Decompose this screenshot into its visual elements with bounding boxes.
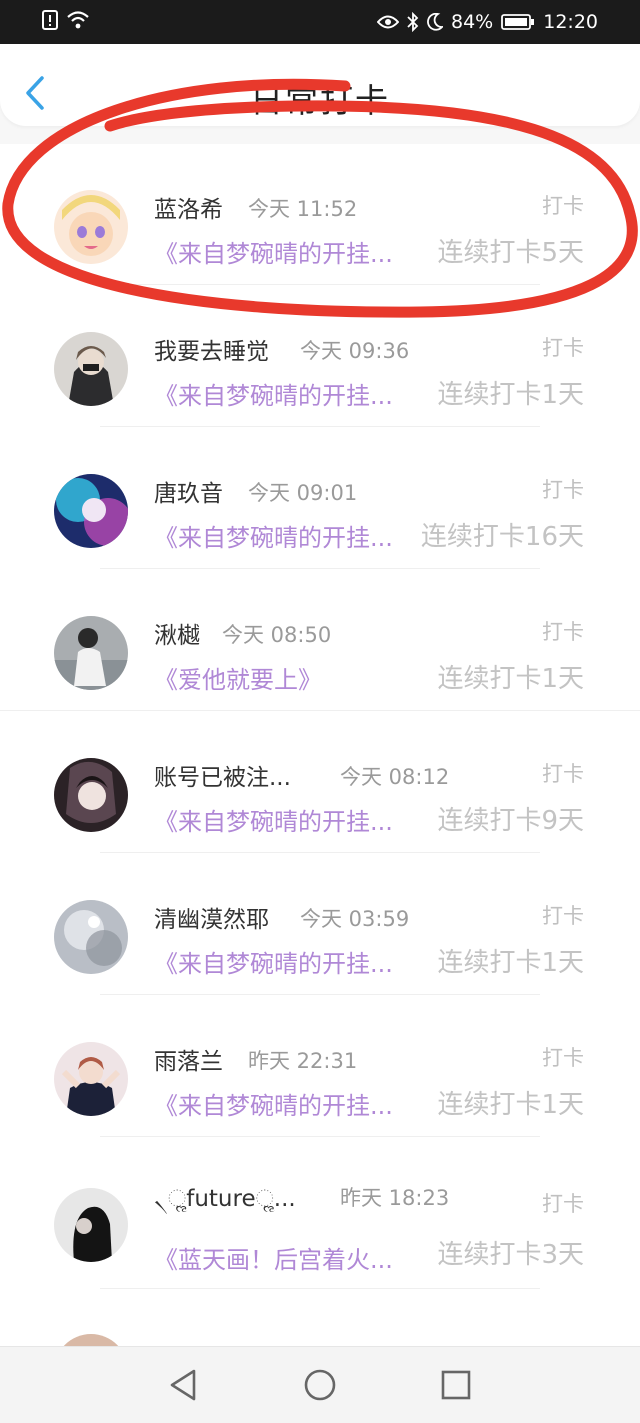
checkin-label: 打卡 xyxy=(542,336,584,360)
streak-count: 连续打卡9天 xyxy=(437,806,584,836)
page-title: 日常打卡 xyxy=(250,81,390,120)
list-item[interactable] xyxy=(0,1294,640,1408)
avatar xyxy=(54,190,128,264)
divider xyxy=(100,852,540,853)
nav-home-button[interactable] xyxy=(300,1365,340,1405)
checkin-label: 打卡 xyxy=(542,1046,584,1070)
wifi-icon xyxy=(67,11,89,29)
checkin-label: 打卡 xyxy=(542,478,584,502)
streak-count: 连续打卡5天 xyxy=(437,238,584,268)
checkin-label: 打卡 xyxy=(542,194,584,218)
avatar xyxy=(54,758,128,832)
checkin-time: 昨天 22:31 xyxy=(248,1049,358,1073)
streak-count: 连续打卡1天 xyxy=(437,380,584,410)
system-nav-bar xyxy=(0,1346,640,1423)
divider xyxy=(0,710,640,711)
user-name: 雨落兰 xyxy=(154,1049,223,1075)
streak-count: 连续打卡1天 xyxy=(437,948,584,978)
divider xyxy=(100,284,540,285)
user-name: 湫樾 xyxy=(154,623,200,649)
nav-back-button[interactable] xyxy=(164,1365,204,1405)
checkin-time: 今天 03:59 xyxy=(300,907,410,931)
eye-icon xyxy=(377,15,399,29)
alert-icon xyxy=(42,10,58,30)
book-title[interactable]: 《蓝天画！后宫着火... xyxy=(154,1240,393,1275)
checkin-time: 今天 08:50 xyxy=(222,623,332,647)
user-name: 清幽漠然耶 xyxy=(154,907,269,933)
recents-square-icon xyxy=(441,1370,471,1400)
divider xyxy=(100,426,540,427)
list-item[interactable]: 唐玖音 今天 09:01 打卡 《来自梦碗晴的开挂... 连续打卡16天 xyxy=(0,428,640,570)
avatar xyxy=(54,1188,128,1262)
avatar xyxy=(54,616,128,690)
avatar xyxy=(54,474,128,548)
checkin-time: 今天 08:12 xyxy=(340,765,450,789)
divider xyxy=(100,568,540,569)
streak-count: 连续打卡1天 xyxy=(437,664,584,694)
checkin-label: 打卡 xyxy=(542,762,584,786)
list-item[interactable]: 雨落兰 昨天 22:31 打卡 《来自梦碗晴的开挂... 连续打卡1天 xyxy=(0,996,640,1138)
user-name: 唐玖音 xyxy=(154,481,223,507)
user-name: 账号已被注... xyxy=(154,765,291,791)
book-title[interactable]: 《来自梦碗晴的开挂... xyxy=(154,518,393,553)
checkin-label: 打卡 xyxy=(542,904,584,928)
book-title[interactable]: 《爱他就要上》 xyxy=(154,660,322,695)
battery-percent: 84% xyxy=(451,11,494,33)
book-title[interactable]: 《来自梦碗晴的开挂... xyxy=(154,802,393,837)
home-circle-icon xyxy=(304,1369,336,1401)
list-item[interactable]: 蓝洛希 今天 11:52 打卡 《来自梦碗晴的开挂... 连续打卡5天 xyxy=(0,144,640,286)
divider xyxy=(100,1136,540,1137)
bluetooth-icon xyxy=(407,12,419,32)
list-item[interactable]: 账号已被注... 今天 08:12 打卡 《来自梦碗晴的开挂... 连续打卡9天 xyxy=(0,712,640,854)
list-item[interactable]: 湫樾 今天 08:50 打卡 《爱他就要上》 连续打卡1天 xyxy=(0,570,640,712)
book-title[interactable]: 《来自梦碗晴的开挂... xyxy=(154,234,393,269)
list-item[interactable]: 清幽漠然耶 今天 03:59 打卡 《来自梦碗晴的开挂... 连续打卡1天 xyxy=(0,854,640,996)
header-card: 日常打卡 xyxy=(0,44,640,126)
checkin-label: 打卡 xyxy=(542,1192,584,1216)
book-title[interactable]: 《来自梦碗晴的开挂... xyxy=(154,944,393,979)
streak-count: 连续打卡3天 xyxy=(437,1240,584,1270)
nav-recents-button[interactable] xyxy=(436,1365,476,1405)
checkin-label: 打卡 xyxy=(542,620,584,644)
streak-count: 连续打卡1天 xyxy=(437,1090,584,1120)
avatar xyxy=(54,332,128,406)
checkin-time: 昨天 18:23 xyxy=(340,1186,450,1210)
list-item[interactable]: ৲ૢfutureૢ... 昨天 18:23 打卡 《蓝天画！后宫着火... 连续… xyxy=(0,1138,640,1294)
moon-icon xyxy=(427,13,443,31)
streak-count: 连续打卡16天 xyxy=(420,522,584,552)
user-name: 蓝洛希 xyxy=(154,197,223,223)
user-name: ৲ૢfutureૢ... xyxy=(154,1186,296,1212)
book-title[interactable]: 《来自梦碗晴的开挂... xyxy=(154,376,393,411)
list-item[interactable]: 我要去睡觉 今天 09:36 打卡 《来自梦碗晴的开挂... 连续打卡1天 xyxy=(0,286,640,428)
avatar xyxy=(54,900,128,974)
status-bar: 84% 12:20 xyxy=(0,0,640,44)
avatar xyxy=(54,1042,128,1116)
divider xyxy=(100,994,540,995)
user-name: 我要去睡觉 xyxy=(154,339,269,365)
divider xyxy=(100,1288,540,1289)
checkin-time: 今天 11:52 xyxy=(248,197,358,221)
checkin-time: 今天 09:36 xyxy=(300,339,410,363)
clock: 12:20 xyxy=(543,11,598,33)
checkin-list: 蓝洛希 今天 11:52 打卡 《来自梦碗晴的开挂... 连续打卡5天 我要去睡… xyxy=(0,144,640,1408)
battery-icon xyxy=(501,14,535,30)
header: 日常打卡 xyxy=(0,44,640,144)
book-title[interactable]: 《来自梦碗晴的开挂... xyxy=(154,1086,393,1121)
checkin-time: 今天 09:01 xyxy=(248,481,358,505)
back-triangle-icon xyxy=(170,1369,196,1401)
